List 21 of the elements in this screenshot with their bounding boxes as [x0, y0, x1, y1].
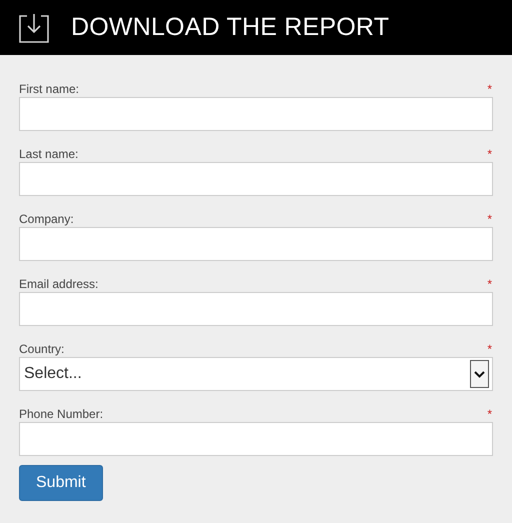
- country-dropdown[interactable]: Select...: [19, 357, 493, 391]
- field-label: Last name:: [19, 146, 78, 162]
- required-mark: *: [487, 211, 492, 227]
- input-field[interactable]: [19, 97, 493, 131]
- submit-button[interactable]: Submit: [19, 465, 103, 501]
- field-label: Email address:: [19, 276, 98, 292]
- input-field[interactable]: [19, 227, 493, 261]
- input-field[interactable]: [19, 162, 493, 196]
- page-title: DOWNLOAD THE REPORT: [71, 15, 390, 40]
- field-label: Company:: [19, 211, 74, 227]
- required-mark: *: [487, 406, 492, 422]
- required-mark: *: [487, 341, 492, 357]
- required-mark: *: [487, 81, 492, 97]
- download-icon: [18, 12, 50, 42]
- required-mark: *: [487, 146, 492, 162]
- required-mark: *: [487, 276, 492, 292]
- field-label: First name:: [19, 81, 80, 97]
- input-field[interactable]: [19, 422, 493, 456]
- field-label: Phone Number:: [19, 406, 104, 422]
- field-label: Country:: [19, 341, 64, 357]
- input-field[interactable]: [19, 292, 493, 326]
